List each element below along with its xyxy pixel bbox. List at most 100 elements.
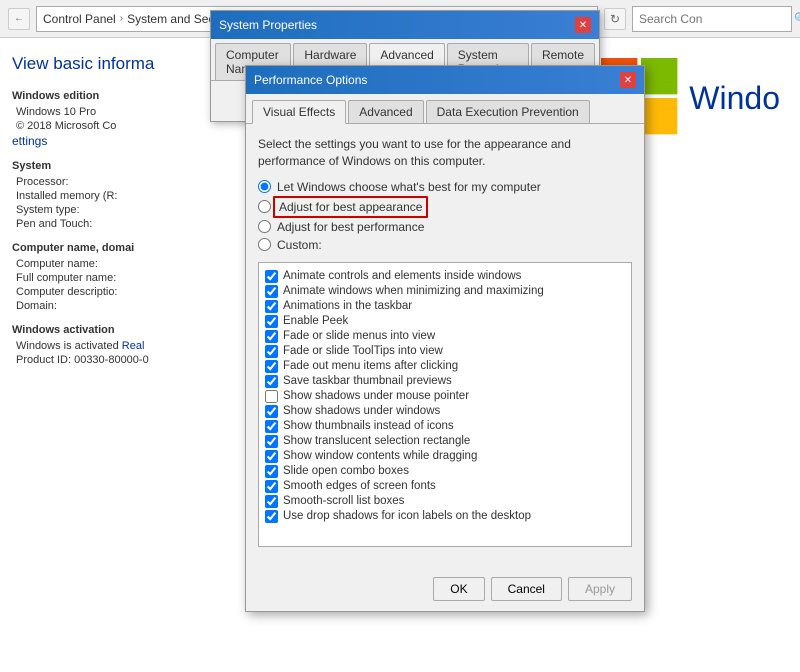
checkbox-label-14: Smooth edges of screen fonts <box>283 480 436 492</box>
checkbox-input-6[interactable] <box>265 360 278 373</box>
sysprops-title-bar: System Properties ✕ <box>211 11 599 39</box>
checkbox-input-11[interactable] <box>265 435 278 448</box>
performance-options-dialog: Performance Options ✕ Visual Effects Adv… <box>245 65 645 612</box>
windows-edition-label: Windows edition <box>12 90 188 102</box>
visual-effects-radio-group: Let Windows choose what's best for my co… <box>258 180 632 252</box>
checkbox-input-4[interactable] <box>265 330 278 343</box>
checkbox-label-12: Show window contents while dragging <box>283 450 477 462</box>
checkbox-label-11: Show translucent selection rectangle <box>283 435 470 447</box>
checkbox-item: Show thumbnails instead of icons <box>265 419 625 434</box>
radio-best-appearance[interactable]: Adjust for best appearance <box>258 198 632 216</box>
sysprops-close-button[interactable]: ✕ <box>575 17 591 33</box>
radio-let-windows-input[interactable] <box>258 180 271 193</box>
refresh-button[interactable]: ↻ <box>604 8 626 30</box>
checkbox-input-16[interactable] <box>265 510 278 523</box>
checkbox-item: Use drop shadows for icon labels on the … <box>265 509 625 524</box>
nav-buttons: ← <box>8 8 30 30</box>
checkbox-label-8: Show shadows under mouse pointer <box>283 390 469 402</box>
perf-title-bar: Performance Options ✕ <box>246 66 644 94</box>
checkbox-input-9[interactable] <box>265 405 278 418</box>
visual-effects-checkbox-list[interactable]: Animate controls and elements inside win… <box>258 262 632 547</box>
computer-name-label: Computer name, domai <box>12 242 188 254</box>
radio-best-performance-input[interactable] <box>258 220 271 233</box>
radio-best-performance-label: Adjust for best performance <box>277 220 424 234</box>
checkbox-input-15[interactable] <box>265 495 278 508</box>
checkbox-item: Show shadows under windows <box>265 404 625 419</box>
full-computer-name-row: Full computer name: <box>12 272 188 284</box>
checkbox-item: Smooth-scroll list boxes <box>265 494 625 509</box>
checkbox-label-10: Show thumbnails instead of icons <box>283 420 454 432</box>
checkbox-label-13: Slide open combo boxes <box>283 465 409 477</box>
search-icon: 🔍 <box>794 12 800 25</box>
radio-custom-input[interactable] <box>258 238 271 251</box>
settings-link[interactable]: ettings <box>12 134 188 148</box>
checkbox-item: Fade out menu items after clicking <box>265 359 625 374</box>
breadcrumb-part1: Control Panel <box>43 12 116 26</box>
system-section-label: System <box>12 160 188 172</box>
search-box: 🔍 <box>632 6 792 32</box>
perf-tab-visual-effects[interactable]: Visual Effects <box>252 100 346 124</box>
radio-best-performance[interactable]: Adjust for best performance <box>258 220 632 234</box>
cancel-button[interactable]: Cancel <box>491 577 562 601</box>
checkbox-item: Animate controls and elements inside win… <box>265 269 625 284</box>
processor-row: Processor: <box>12 176 188 188</box>
ok-button[interactable]: OK <box>433 577 484 601</box>
breadcrumb-sep1: › <box>120 13 123 24</box>
checkbox-input-0[interactable] <box>265 270 278 283</box>
perf-tabs: Visual Effects Advanced Data Execution P… <box>246 94 644 124</box>
pen-touch-row: Pen and Touch: <box>12 218 188 230</box>
checkbox-input-10[interactable] <box>265 420 278 433</box>
checkbox-input-8[interactable] <box>265 390 278 403</box>
checkbox-input-5[interactable] <box>265 345 278 358</box>
checkbox-input-13[interactable] <box>265 465 278 478</box>
search-input[interactable] <box>639 12 794 26</box>
perf-body: Select the settings you want to use for … <box>246 124 644 571</box>
checkbox-input-3[interactable] <box>265 315 278 328</box>
domain-row: Domain: <box>12 300 188 312</box>
checkbox-label-15: Smooth-scroll list boxes <box>283 495 404 507</box>
checkbox-label-2: Animations in the taskbar <box>283 300 412 312</box>
checkbox-item: Show translucent selection rectangle <box>265 434 625 449</box>
copyright: © 2018 Microsoft Co <box>12 120 188 132</box>
sysprops-title: System Properties <box>219 18 317 32</box>
checkbox-label-9: Show shadows under windows <box>283 405 440 417</box>
checkbox-item: Animations in the taskbar <box>265 299 625 314</box>
product-id: Product ID: 00330-80000-0 <box>12 354 188 366</box>
checkbox-label-5: Fade or slide ToolTips into view <box>283 345 443 357</box>
perf-description: Select the settings you want to use for … <box>258 136 632 170</box>
perf-title: Performance Options <box>254 73 367 87</box>
sidebar: View basic informa Windows edition Windo… <box>0 38 200 672</box>
radio-let-windows[interactable]: Let Windows choose what's best for my co… <box>258 180 632 194</box>
checkbox-input-14[interactable] <box>265 480 278 493</box>
perf-tab-advanced[interactable]: Advanced <box>348 100 423 123</box>
dialog-buttons: OK Cancel Apply <box>246 571 644 611</box>
checkbox-item: Show shadows under mouse pointer <box>265 389 625 404</box>
perf-tab-dep[interactable]: Data Execution Prevention <box>426 100 590 123</box>
apply-button[interactable]: Apply <box>568 577 632 601</box>
windows-activation-label: Windows activation <box>12 324 188 336</box>
checkbox-input-12[interactable] <box>265 450 278 463</box>
checkbox-input-1[interactable] <box>265 285 278 298</box>
system-type-row: System type: <box>12 204 188 216</box>
checkbox-input-7[interactable] <box>265 375 278 388</box>
checkbox-label-1: Animate windows when minimizing and maxi… <box>283 285 544 297</box>
checkbox-label-0: Animate controls and elements inside win… <box>283 270 521 282</box>
checkbox-item: Show window contents while dragging <box>265 449 625 464</box>
checkbox-label-4: Fade or slide menus into view <box>283 330 435 342</box>
checkbox-label-16: Use drop shadows for icon labels on the … <box>283 510 531 522</box>
windows-brand-text: Windo <box>689 80 780 117</box>
checkbox-label-3: Enable Peek <box>283 315 348 327</box>
back-button[interactable]: ← <box>8 8 30 30</box>
checkbox-item: Smooth edges of screen fonts <box>265 479 625 494</box>
checkbox-item: Fade or slide menus into view <box>265 329 625 344</box>
computer-name-row: Computer name: <box>12 258 188 270</box>
radio-custom[interactable]: Custom: <box>258 238 632 252</box>
radio-best-appearance-label: Adjust for best appearance <box>273 196 428 218</box>
memory-row: Installed memory (R: <box>12 190 188 202</box>
radio-let-windows-label: Let Windows choose what's best for my co… <box>277 180 541 194</box>
perf-close-button[interactable]: ✕ <box>620 72 636 88</box>
checkbox-input-2[interactable] <box>265 300 278 313</box>
checkbox-item: Animate windows when minimizing and maxi… <box>265 284 625 299</box>
radio-best-appearance-input[interactable] <box>258 200 271 213</box>
checkbox-label-6: Fade out menu items after clicking <box>283 360 458 372</box>
